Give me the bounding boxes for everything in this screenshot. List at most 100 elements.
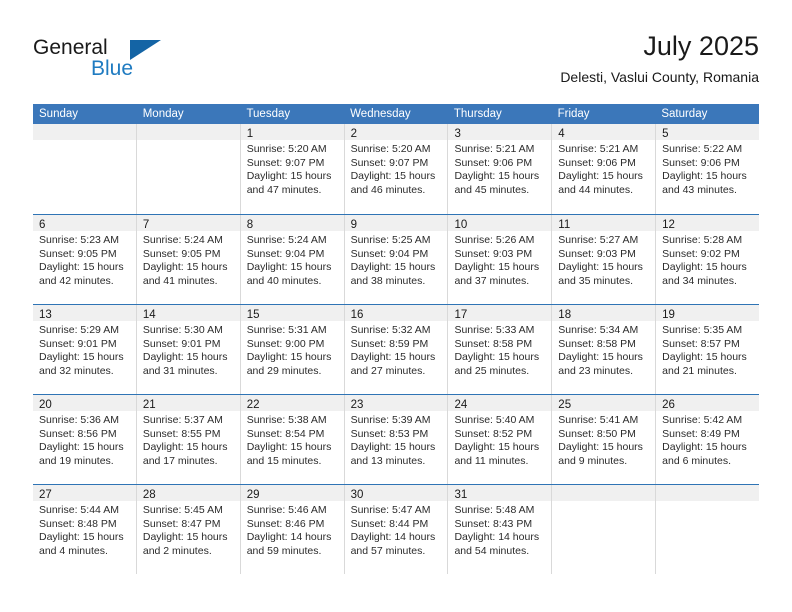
day-detail-lines: Sunrise: 5:36 AM Sunset: 8:56 PM Daylight:… — [33, 411, 136, 468]
day-detail-line: Sunset: 9:01 PM — [142, 337, 221, 350]
day-number-band: 18 — [552, 305, 656, 321]
day-number-band: 24 — [448, 395, 552, 411]
day-detail-line: and 59 minutes. — [246, 544, 322, 557]
day-detail-lines: Sunrise: 5:21 AM Sunset: 9:06 PM Daylight:… — [552, 140, 655, 197]
day-detail-lines: Sunrise: 5:42 AM Sunset: 8:49 PM Daylight:… — [656, 411, 759, 468]
calendar-day-cell[interactable]: 5 Sunrise: 5:22 AM Sunset: 9:06 PM Daylight… — [656, 124, 760, 214]
day-detail-line: Sunset: 9:00 PM — [246, 337, 325, 350]
day-detail-line: Sunset: 9:03 PM — [558, 247, 636, 260]
day-number: 26 — [662, 399, 675, 411]
day-number-band: 6 — [33, 215, 136, 231]
day-number: 18 — [558, 309, 572, 321]
day-detail-line: Sunset: 9:04 PM — [350, 247, 429, 260]
day-detail-lines: Sunrise: 5:34 AM Sunset: 8:58 PM Daylight:… — [552, 321, 655, 378]
day-detail-lines: Sunrise: 5:46 AM Sunset: 8:46 PM Daylight:… — [241, 501, 344, 558]
calendar-page: General Blue July 2025 Delesti, Vaslui C… — [0, 0, 792, 612]
calendar-day-cell[interactable]: 21 Sunrise: 5:37 AM Sunset: 8:55 PM Dayligh… — [136, 395, 241, 484]
calendar-day-cell[interactable]: 19 Sunrise: 5:35 AM Sunset: 8:57 PM Dayligh… — [656, 305, 760, 394]
day-number: 27 — [39, 489, 52, 501]
day-detail-line: Daylight: 15 hours — [350, 170, 436, 183]
day-detail-line: Sunset: 8:44 PM — [350, 517, 429, 530]
calendar-day-cell[interactable]: 12 Sunrise: 5:28 AM Sunset: 9:02 PM Dayligh… — [656, 215, 760, 304]
calendar-day-cell[interactable]: 25 Sunrise: 5:41 AM Sunset: 8:50 PM Dayligh… — [552, 395, 657, 484]
day-number-band — [136, 124, 240, 140]
day-number: 9 — [350, 219, 357, 231]
day-detail-line: Sunrise: 5:44 AM — [39, 504, 119, 516]
calendar-day-cell[interactable]: 4 Sunrise: 5:21 AM Sunset: 9:06 PM Daylight… — [552, 124, 657, 214]
day-detail-lines: Sunrise: 5:21 AM Sunset: 9:06 PM Daylight:… — [448, 140, 551, 197]
day-detail-line: Sunset: 8:58 PM — [558, 337, 636, 350]
day-detail-lines: Sunrise: 5:30 AM Sunset: 9:01 PM Daylight:… — [137, 321, 240, 378]
day-number-band: 30 — [344, 485, 448, 501]
calendar-day-cell[interactable]: 1 Sunrise: 5:20 AM Sunset: 9:07 PM Daylight… — [240, 124, 345, 214]
calendar-day-cell[interactable]: 11 Sunrise: 5:27 AM Sunset: 9:03 PM Dayligh… — [552, 215, 657, 304]
calendar-day-cell[interactable]: 18 Sunrise: 5:34 AM Sunset: 8:58 PM Dayligh… — [552, 305, 657, 394]
day-detail-line: Daylight: 15 hours — [662, 261, 747, 274]
day-detail-line: Daylight: 15 hours — [558, 351, 643, 364]
calendar-grid: Sunday Monday Tuesday Wednesday Thursday Frid… — [33, 104, 760, 574]
calendar-day-cell[interactable]: 14 Sunrise: 5:30 AM Sunset: 9:01 PM Dayligh… — [136, 305, 241, 394]
day-detail-lines: Sunrise: 5:48 AM Sunset: 8:43 PM Daylight:… — [448, 501, 551, 558]
day-detail-line: Daylight: 15 hours — [39, 441, 124, 454]
calendar-day-cell[interactable]: 20 Sunrise: 5:36 AM Sunset: 8:56 PM Dayligh… — [33, 395, 137, 484]
day-detail-line: Daylight: 15 hours — [454, 170, 540, 183]
day-number: 4 — [558, 128, 565, 140]
calendar-day-cell-empty — [656, 485, 760, 574]
day-detail-line: and 13 minutes. — [350, 454, 426, 467]
calendar-day-cell[interactable]: 27 Sunrise: 5:44 AM Sunset: 8:48 PM Dayligh… — [33, 485, 137, 574]
day-detail-line: and 35 minutes. — [558, 274, 634, 287]
day-detail-line: Sunrise: 5:24 AM — [246, 234, 327, 246]
day-detail-line: Sunset: 8:50 PM — [558, 427, 636, 440]
calendar-day-cell[interactable]: 3 Sunrise: 5:21 AM Sunset: 9:06 PM Daylight… — [448, 124, 553, 214]
weekday-header-wednesday: Wednesday — [350, 108, 411, 120]
calendar-day-cell[interactable]: 7 Sunrise: 5:24 AM Sunset: 9:05 PM Daylight… — [136, 215, 241, 304]
day-number-band: 14 — [136, 305, 240, 321]
calendar-day-cell[interactable]: 6 Sunrise: 5:23 AM Sunset: 9:05 PM Daylight… — [33, 215, 137, 304]
day-number: 11 — [558, 219, 571, 231]
day-detail-line: Sunrise: 5:48 AM — [454, 504, 535, 516]
day-detail-line: and 57 minutes. — [350, 544, 426, 557]
calendar-day-cell[interactable]: 28 Sunrise: 5:45 AM Sunset: 8:47 PM Dayligh… — [136, 485, 241, 574]
day-number-band: 5 — [656, 124, 760, 140]
day-detail-line: and 41 minutes. — [142, 274, 218, 287]
calendar-day-cell[interactable]: 16 Sunrise: 5:32 AM Sunset: 8:59 PM Dayligh… — [344, 305, 449, 394]
day-detail-line: Daylight: 15 hours — [350, 261, 436, 274]
day-detail-lines: Sunrise: 5:47 AM Sunset: 8:44 PM Daylight:… — [345, 501, 448, 558]
calendar-day-cell[interactable]: 2 Sunrise: 5:20 AM Sunset: 9:07 PM Daylight… — [344, 124, 449, 214]
calendar-week-row: 6 Sunrise: 5:23 AM Sunset: 9:05 PM Daylight… — [33, 214, 760, 304]
day-number-band — [656, 485, 760, 501]
day-number-band: 3 — [448, 124, 552, 140]
calendar-day-cell[interactable]: 22 Sunrise: 5:38 AM Sunset: 8:54 PM Dayligh… — [240, 395, 345, 484]
calendar-day-cell[interactable]: 30 Sunrise: 5:47 AM Sunset: 8:44 PM Dayligh… — [344, 485, 449, 574]
calendar-day-cell[interactable]: 8 Sunrise: 5:24 AM Sunset: 9:04 PM Daylight… — [240, 215, 345, 304]
day-detail-line: Sunset: 8:43 PM — [454, 517, 533, 530]
day-detail-line: Sunrise: 5:22 AM — [662, 143, 743, 155]
day-number: 22 — [246, 399, 260, 411]
calendar-day-cell[interactable]: 29 Sunrise: 5:46 AM Sunset: 8:46 PM Dayligh… — [240, 485, 345, 574]
day-detail-line: and 2 minutes. — [142, 544, 212, 557]
calendar-day-cell[interactable]: 26 Sunrise: 5:42 AM Sunset: 8:49 PM Dayligh… — [656, 395, 760, 484]
day-detail-line: Sunrise: 5:21 AM — [454, 143, 535, 155]
calendar-day-cell[interactable]: 24 Sunrise: 5:40 AM Sunset: 8:52 PM Dayligh… — [448, 395, 553, 484]
calendar-day-cell[interactable]: 31 Sunrise: 5:48 AM Sunset: 8:43 PM Dayligh… — [448, 485, 553, 574]
day-detail-line: Sunset: 9:05 PM — [39, 247, 117, 260]
calendar-day-cell[interactable]: 23 Sunrise: 5:39 AM Sunset: 8:53 PM Dayligh… — [344, 395, 449, 484]
calendar-day-cell[interactable]: 10 Sunrise: 5:26 AM Sunset: 9:03 PM Dayligh… — [448, 215, 553, 304]
day-detail-line: Sunrise: 5:20 AM — [246, 143, 327, 155]
day-detail-line: Sunset: 9:06 PM — [662, 156, 740, 169]
brand-logo[interactable]: General Blue — [33, 36, 223, 88]
calendar-day-cell[interactable]: 13 Sunrise: 5:29 AM Sunset: 9:01 PM Dayligh… — [33, 305, 137, 394]
day-detail-line: Sunset: 8:48 PM — [39, 517, 117, 530]
day-detail-line: Daylight: 15 hours — [39, 261, 124, 274]
calendar-day-cell[interactable]: 9 Sunrise: 5:25 AM Sunset: 9:04 PM Daylight… — [344, 215, 449, 304]
day-detail-line: Sunset: 9:05 PM — [142, 247, 221, 260]
calendar-day-cell[interactable]: 17 Sunrise: 5:33 AM Sunset: 8:58 PM Dayligh… — [448, 305, 553, 394]
day-number-band: 27 — [33, 485, 136, 501]
day-detail-line: and 27 minutes. — [350, 364, 426, 377]
day-number: 24 — [454, 399, 468, 411]
day-detail-line: Daylight: 15 hours — [454, 351, 540, 364]
day-detail-line: and 34 minutes. — [662, 274, 737, 287]
day-detail-lines: Sunrise: 5:20 AM Sunset: 9:07 PM Daylight:… — [241, 140, 344, 197]
calendar-day-cell[interactable]: 15 Sunrise: 5:31 AM Sunset: 9:00 PM Dayligh… — [240, 305, 345, 394]
day-detail-line: and 25 minutes. — [454, 364, 530, 377]
